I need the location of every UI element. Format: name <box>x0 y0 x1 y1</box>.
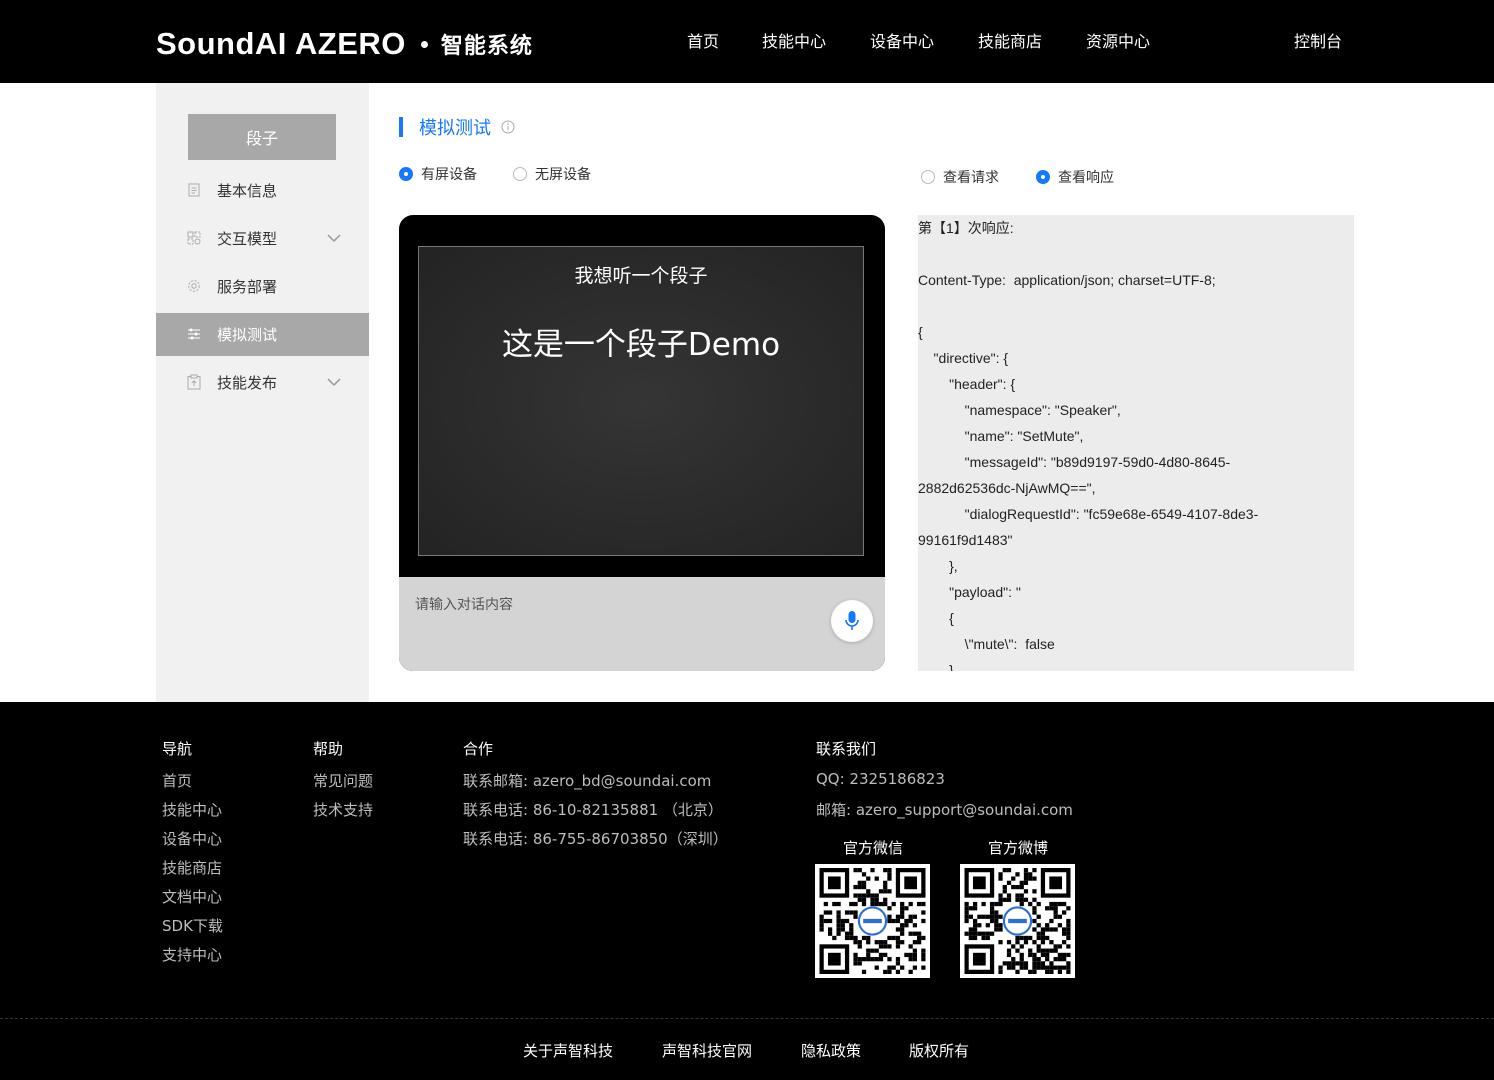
sidebar-item-label: 技能发布 <box>217 374 278 392</box>
qr-code-wechat <box>815 864 930 978</box>
info-icon[interactable] <box>501 120 515 134</box>
response-line: "header": { <box>918 376 1016 392</box>
footer-link-skill-store[interactable]: 技能商店 <box>162 857 222 878</box>
sidebar-item-simulation-test[interactable]: 模拟测试 <box>156 313 369 356</box>
screen-query-text: 我想听一个段子 <box>574 265 708 287</box>
radio-dot <box>1036 170 1050 184</box>
sidebar-item-service-deploy[interactable]: 服务部署 <box>156 265 369 308</box>
nav-console[interactable]: 控制台 <box>1294 30 1342 54</box>
response-panel[interactable]: 第【1】次响应: Content-Type: application/json; … <box>918 215 1354 671</box>
page-title-text: 模拟测试 <box>419 118 491 139</box>
radio-dot <box>921 170 935 184</box>
footer-contact-email: 邮箱: azero_support@soundai.com <box>816 801 1073 819</box>
response-line: 99161f9d1483" <box>918 532 1013 548</box>
response-line: 第【1】次响应: <box>918 220 1014 236</box>
sidebar-item-basic-info[interactable]: 基本信息 <box>156 169 369 212</box>
response-line: "namespace": "Speaker", <box>918 402 1121 418</box>
nav-skill-store[interactable]: 技能商店 <box>978 30 1042 54</box>
sidebar-item-label: 服务部署 <box>217 278 278 296</box>
top-header: SoundAI AZERO 智能系统 首页 技能中心 设备中心 技能商店 资源中… <box>0 0 1494 83</box>
radio-label: 无屏设备 <box>535 167 591 183</box>
footer-help-title: 帮助 <box>313 740 344 758</box>
footer-link-faq[interactable]: 常见问题 <box>313 770 373 791</box>
response-line: { <box>918 324 923 340</box>
footer-bottom-about[interactable]: 关于声智科技 <box>523 1040 613 1061</box>
response-line: { <box>918 610 954 626</box>
sidebar-item-label: 模拟测试 <box>217 326 278 344</box>
microphone-icon <box>845 611 859 630</box>
sidebar-item-label: 基本信息 <box>217 182 278 200</box>
response-line: Content-Type: application/json; charset=… <box>918 272 1216 288</box>
chevron-down-icon[interactable] <box>327 377 341 387</box>
response-line: }, <box>918 558 958 574</box>
radio-screen-device[interactable]: 有屏设备 <box>399 164 477 184</box>
response-line: "directive": { <box>918 350 1009 366</box>
clipboard-icon <box>187 374 201 390</box>
radio-dot <box>399 167 413 181</box>
footer-divider <box>0 1018 1494 1019</box>
response-line: "dialogRequestId": "fc59e68e-6549-4107-8… <box>918 506 1259 522</box>
response-line: \"mute\": false <box>918 636 1055 652</box>
mic-button[interactable] <box>831 600 873 642</box>
footer-nav-title: 导航 <box>162 740 193 758</box>
footer-link-device-center[interactable]: 设备中心 <box>162 828 222 849</box>
model-icon <box>187 231 201 245</box>
footer-link-tech-support[interactable]: 技术支持 <box>313 799 373 820</box>
footer-contact-qq: QQ: 2325186823 <box>816 770 945 788</box>
radio-view-request[interactable]: 查看请求 <box>921 167 999 187</box>
footer-bottom-official-site[interactable]: 声智科技官网 <box>662 1040 752 1061</box>
footer-bottom-privacy[interactable]: 隐私政策 <box>801 1040 861 1061</box>
dialog-input-area <box>399 577 885 671</box>
radio-dot <box>513 167 527 181</box>
dialog-input[interactable] <box>415 597 815 613</box>
nav-home[interactable]: 首页 <box>687 30 719 54</box>
response-line: } <box>918 662 954 671</box>
response-line: "messageId": "b89d9197-59d0-4d80-8645- <box>918 454 1231 470</box>
footer: 导航 首页 技能中心 设备中心 技能商店 文档中心 SDK下载 支持中心 帮助 … <box>0 702 1494 1080</box>
sidebar-item-skill-publish[interactable]: 技能发布 <box>156 361 369 404</box>
qr-weibo-label: 官方微博 <box>988 839 1049 857</box>
nav-device-center[interactable]: 设备中心 <box>870 30 934 54</box>
gear-icon <box>188 280 200 292</box>
radio-label: 查看响应 <box>1058 170 1114 186</box>
footer-link-home[interactable]: 首页 <box>162 770 192 791</box>
device-simulator: 我想听一个段子 这是一个段子Demo <box>399 215 885 671</box>
response-line: "name": "SetMute", <box>918 428 1084 444</box>
footer-link-sdk[interactable]: SDK下载 <box>162 915 223 936</box>
qr-code-weibo <box>960 864 1075 978</box>
title-accent-bar <box>399 117 403 137</box>
footer-coop-phone-shenzhen: 联系电话: 86-755-86703850（深圳） <box>463 830 728 848</box>
main-nav: 首页 技能中心 设备中心 技能商店 资源中心 控制台 <box>0 30 1494 54</box>
footer-link-docs[interactable]: 文档中心 <box>162 886 222 907</box>
document-icon <box>188 183 200 197</box>
radio-label: 有屏设备 <box>421 167 477 183</box>
qr-code-wechat-image <box>819 868 926 974</box>
footer-coop-phone-beijing: 联系电话: 86-10-82135881 （北京） <box>463 801 723 819</box>
page-title: 模拟测试 <box>399 114 515 140</box>
qr-code-weibo-image <box>964 868 1071 974</box>
response-line: 2882d62536dc-NjAwMQ==", <box>918 480 1096 496</box>
footer-link-support[interactable]: 支持中心 <box>162 944 222 965</box>
footer-bottom-copyright[interactable]: 版权所有 <box>909 1040 969 1061</box>
sidebar-item-interaction-model[interactable]: 交互模型 <box>156 217 369 260</box>
sidebar: 段子 基本信息 交互模型 服务部署 模拟测试 技能发布 <box>156 83 369 702</box>
sidebar-item-label: 交互模型 <box>217 230 278 248</box>
nav-skill-center[interactable]: 技能中心 <box>762 30 826 54</box>
screen-answer-text: 这是一个段子Demo <box>501 327 781 363</box>
footer-coop-email: 联系邮箱: azero_bd@soundai.com <box>463 772 712 790</box>
chevron-down-icon[interactable] <box>327 233 341 243</box>
radio-label: 查看请求 <box>943 170 999 186</box>
skill-name-chip: 段子 <box>188 114 336 160</box>
footer-link-skill-center[interactable]: 技能中心 <box>162 799 222 820</box>
footer-coop-title: 合作 <box>463 740 494 758</box>
radio-no-screen-device[interactable]: 无屏设备 <box>513 164 591 184</box>
nav-resource-center[interactable]: 资源中心 <box>1086 30 1150 54</box>
sliders-icon <box>188 328 200 340</box>
footer-contact-title: 联系我们 <box>816 740 877 758</box>
response-line: "payload": " <box>918 584 1021 600</box>
device-screen: 我想听一个段子 这是一个段子Demo <box>418 246 864 556</box>
radio-view-response[interactable]: 查看响应 <box>1036 167 1114 187</box>
qr-wechat-label: 官方微信 <box>843 839 904 857</box>
